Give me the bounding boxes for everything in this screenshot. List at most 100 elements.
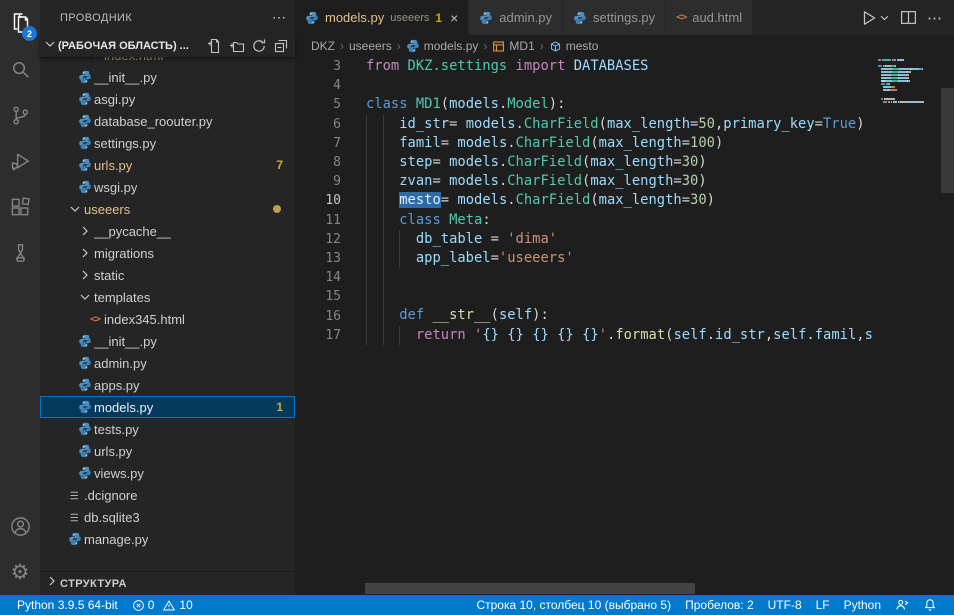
explorer-badge: 2 (22, 26, 37, 41)
code-line-13[interactable]: 13 app_label='useeers' (295, 249, 954, 268)
tree-item-index.html[interactable]: <>index.html (40, 57, 295, 66)
tree-item-__init__.py[interactable]: __init__.py (40, 330, 295, 352)
feedback-icon[interactable] (888, 595, 916, 615)
code-line-6[interactable]: 6 id_str= models.CharField(max_length=50… (295, 115, 954, 134)
tree-item-index345.html[interactable]: <>index345.html (40, 308, 295, 330)
editor-more-icon[interactable]: ⋯ (927, 9, 942, 27)
tree-item-label: database_roouter.py (94, 114, 213, 129)
tree-item-settings.py[interactable]: settings.py (40, 132, 295, 154)
tab-models.py[interactable]: models.pyuseeers1× (295, 0, 469, 35)
tree-item-static[interactable]: static (40, 264, 295, 286)
code-line-14[interactable]: 14 (295, 268, 954, 287)
tree-item-__init__.py[interactable]: __init__.py (40, 66, 295, 88)
tree-item-asgi.py[interactable]: asgi.py (40, 88, 295, 110)
tab-admin.py[interactable]: admin.py (469, 0, 563, 35)
extensions-icon[interactable] (0, 184, 40, 230)
code-line-12[interactable]: 12 db_table = 'dima' (295, 230, 954, 249)
tree-item-apps.py[interactable]: apps.py (40, 374, 295, 396)
tree-item-label: index345.html (104, 312, 185, 327)
tree-item-manage.py[interactable]: manage.py (40, 528, 295, 550)
refresh-icon[interactable] (251, 38, 267, 54)
code-line-15[interactable]: 15 (295, 287, 954, 306)
code-line-16[interactable]: 16 def __str__(self): (295, 306, 954, 325)
tree-item-urls.py[interactable]: urls.py7 (40, 154, 295, 176)
encoding-status[interactable]: UTF-8 (761, 595, 809, 615)
code-line-5[interactable]: 5class MD1(models.Model): (295, 95, 954, 114)
notifications-bell-icon[interactable] (916, 595, 944, 615)
settings-gear-icon[interactable]: ⚙ (0, 549, 40, 595)
tree-item-admin.py[interactable]: admin.py (40, 352, 295, 374)
line-number: 17 (295, 328, 341, 343)
language-mode-status[interactable]: Python (837, 595, 888, 615)
run-button[interactable] (860, 9, 890, 27)
chevron-down-icon (879, 12, 890, 23)
explorer-more-icon[interactable]: ⋯ (272, 9, 287, 26)
testing-icon[interactable] (0, 230, 40, 276)
tree-item-wsgi.py[interactable]: wsgi.py (40, 176, 295, 198)
minimap[interactable] (878, 59, 940, 104)
tab-settings.py[interactable]: settings.py (563, 0, 666, 35)
tree-item-label: index.html (104, 57, 163, 63)
code-line-10[interactable]: 10 mesto= models.CharField(max_length=30… (295, 191, 954, 210)
code-line-7[interactable]: 7 famil= models.CharField(max_length=100… (295, 134, 954, 153)
tree-item-database_roouter.py[interactable]: database_roouter.py (40, 110, 295, 132)
outline-section[interactable]: СТРУКТУРА (40, 571, 295, 595)
tree-item-label: useeers (84, 202, 130, 217)
workspace-section-header[interactable]: (РАБОЧАЯ ОБЛАСТЬ) ... (40, 35, 295, 57)
breadcrumb-item-models.py[interactable]: models.py (406, 39, 479, 53)
explorer-icon[interactable]: 2 (0, 0, 40, 46)
source-control-icon[interactable] (0, 92, 40, 138)
code-editor[interactable]: 3from DKZ.settings import DATABASES45cla… (295, 57, 954, 595)
tree-item-useeers[interactable]: useeers (40, 198, 295, 220)
search-icon[interactable] (0, 46, 40, 92)
account-icon[interactable] (0, 503, 40, 549)
tab-aud.html[interactable]: <>aud.html (666, 0, 753, 35)
tree-item-.dcignore[interactable]: .dcignore (40, 484, 295, 506)
breadcrumb-item-MD1[interactable]: MD1 (492, 39, 534, 53)
code-line-9[interactable]: 9 zvan= models.CharField(max_length=30) (295, 172, 954, 191)
code-line-17[interactable]: 17 return '{} {} {} {} {}'.format(self.i… (295, 326, 954, 345)
modified-dot-badge (273, 205, 281, 213)
right-chevron (76, 245, 94, 261)
collapse-all-icon[interactable] (273, 38, 289, 54)
minimap-line (878, 92, 940, 94)
vertical-scrollbar[interactable] (941, 88, 954, 193)
tree-item-label: tests.py (94, 422, 139, 437)
run-debug-icon[interactable] (0, 138, 40, 184)
problems-status[interactable]: 0 10 (125, 595, 200, 615)
indent-guide (383, 115, 384, 134)
indent-guide (383, 211, 384, 230)
tree-item-migrations[interactable]: migrations (40, 242, 295, 264)
tree-item-db.sqlite3[interactable]: db.sqlite3 (40, 506, 295, 528)
new-folder-icon[interactable] (229, 38, 245, 54)
eol-status[interactable]: LF (809, 595, 837, 615)
indent-guide (383, 230, 384, 249)
new-file-icon[interactable] (207, 38, 223, 54)
code-line-4[interactable]: 4 (295, 76, 954, 95)
code-line-3[interactable]: 3from DKZ.settings import DATABASES (295, 57, 954, 76)
tree-item-tests.py[interactable]: tests.py (40, 418, 295, 440)
breadcrumb-item-mesto[interactable]: mesto (549, 39, 599, 53)
tree-item-urls.py[interactable]: urls.py (40, 440, 295, 462)
code-line-8[interactable]: 8 step= models.CharField(max_length=30) (295, 153, 954, 172)
code-text: return '{} {} {} {} {}'.format(self.id_s… (366, 326, 873, 345)
tree-item-models.py[interactable]: models.py1 (40, 396, 295, 418)
indent-guide (366, 211, 367, 230)
split-editor-icon[interactable] (900, 9, 917, 26)
close-tab-icon[interactable]: × (450, 10, 458, 26)
code-line-11[interactable]: 11 class Meta: (295, 211, 954, 230)
line-number: 16 (295, 309, 341, 324)
tree-item-views.py[interactable]: views.py (40, 462, 295, 484)
python-icon (68, 532, 82, 546)
tree-item-templates[interactable]: templates (40, 286, 295, 308)
minimap-line (878, 101, 940, 103)
breadcrumb-item-useeers[interactable]: useeers (349, 39, 392, 53)
horizontal-scrollbar[interactable] (365, 583, 695, 594)
cursor-position-status[interactable]: Строка 10, столбец 10 (выбрано 5) (469, 595, 678, 615)
breadcrumb-item-DKZ[interactable]: DKZ (311, 39, 335, 53)
tab-bar: models.pyuseeers1×admin.pysettings.py<>a… (295, 0, 954, 35)
python-icon (78, 136, 92, 150)
python-interpreter-status[interactable]: Python 3.9.5 64-bit (10, 595, 125, 615)
tree-item-__pycache__[interactable]: __pycache__ (40, 220, 295, 242)
indentation-status[interactable]: Пробелов: 2 (678, 595, 761, 615)
